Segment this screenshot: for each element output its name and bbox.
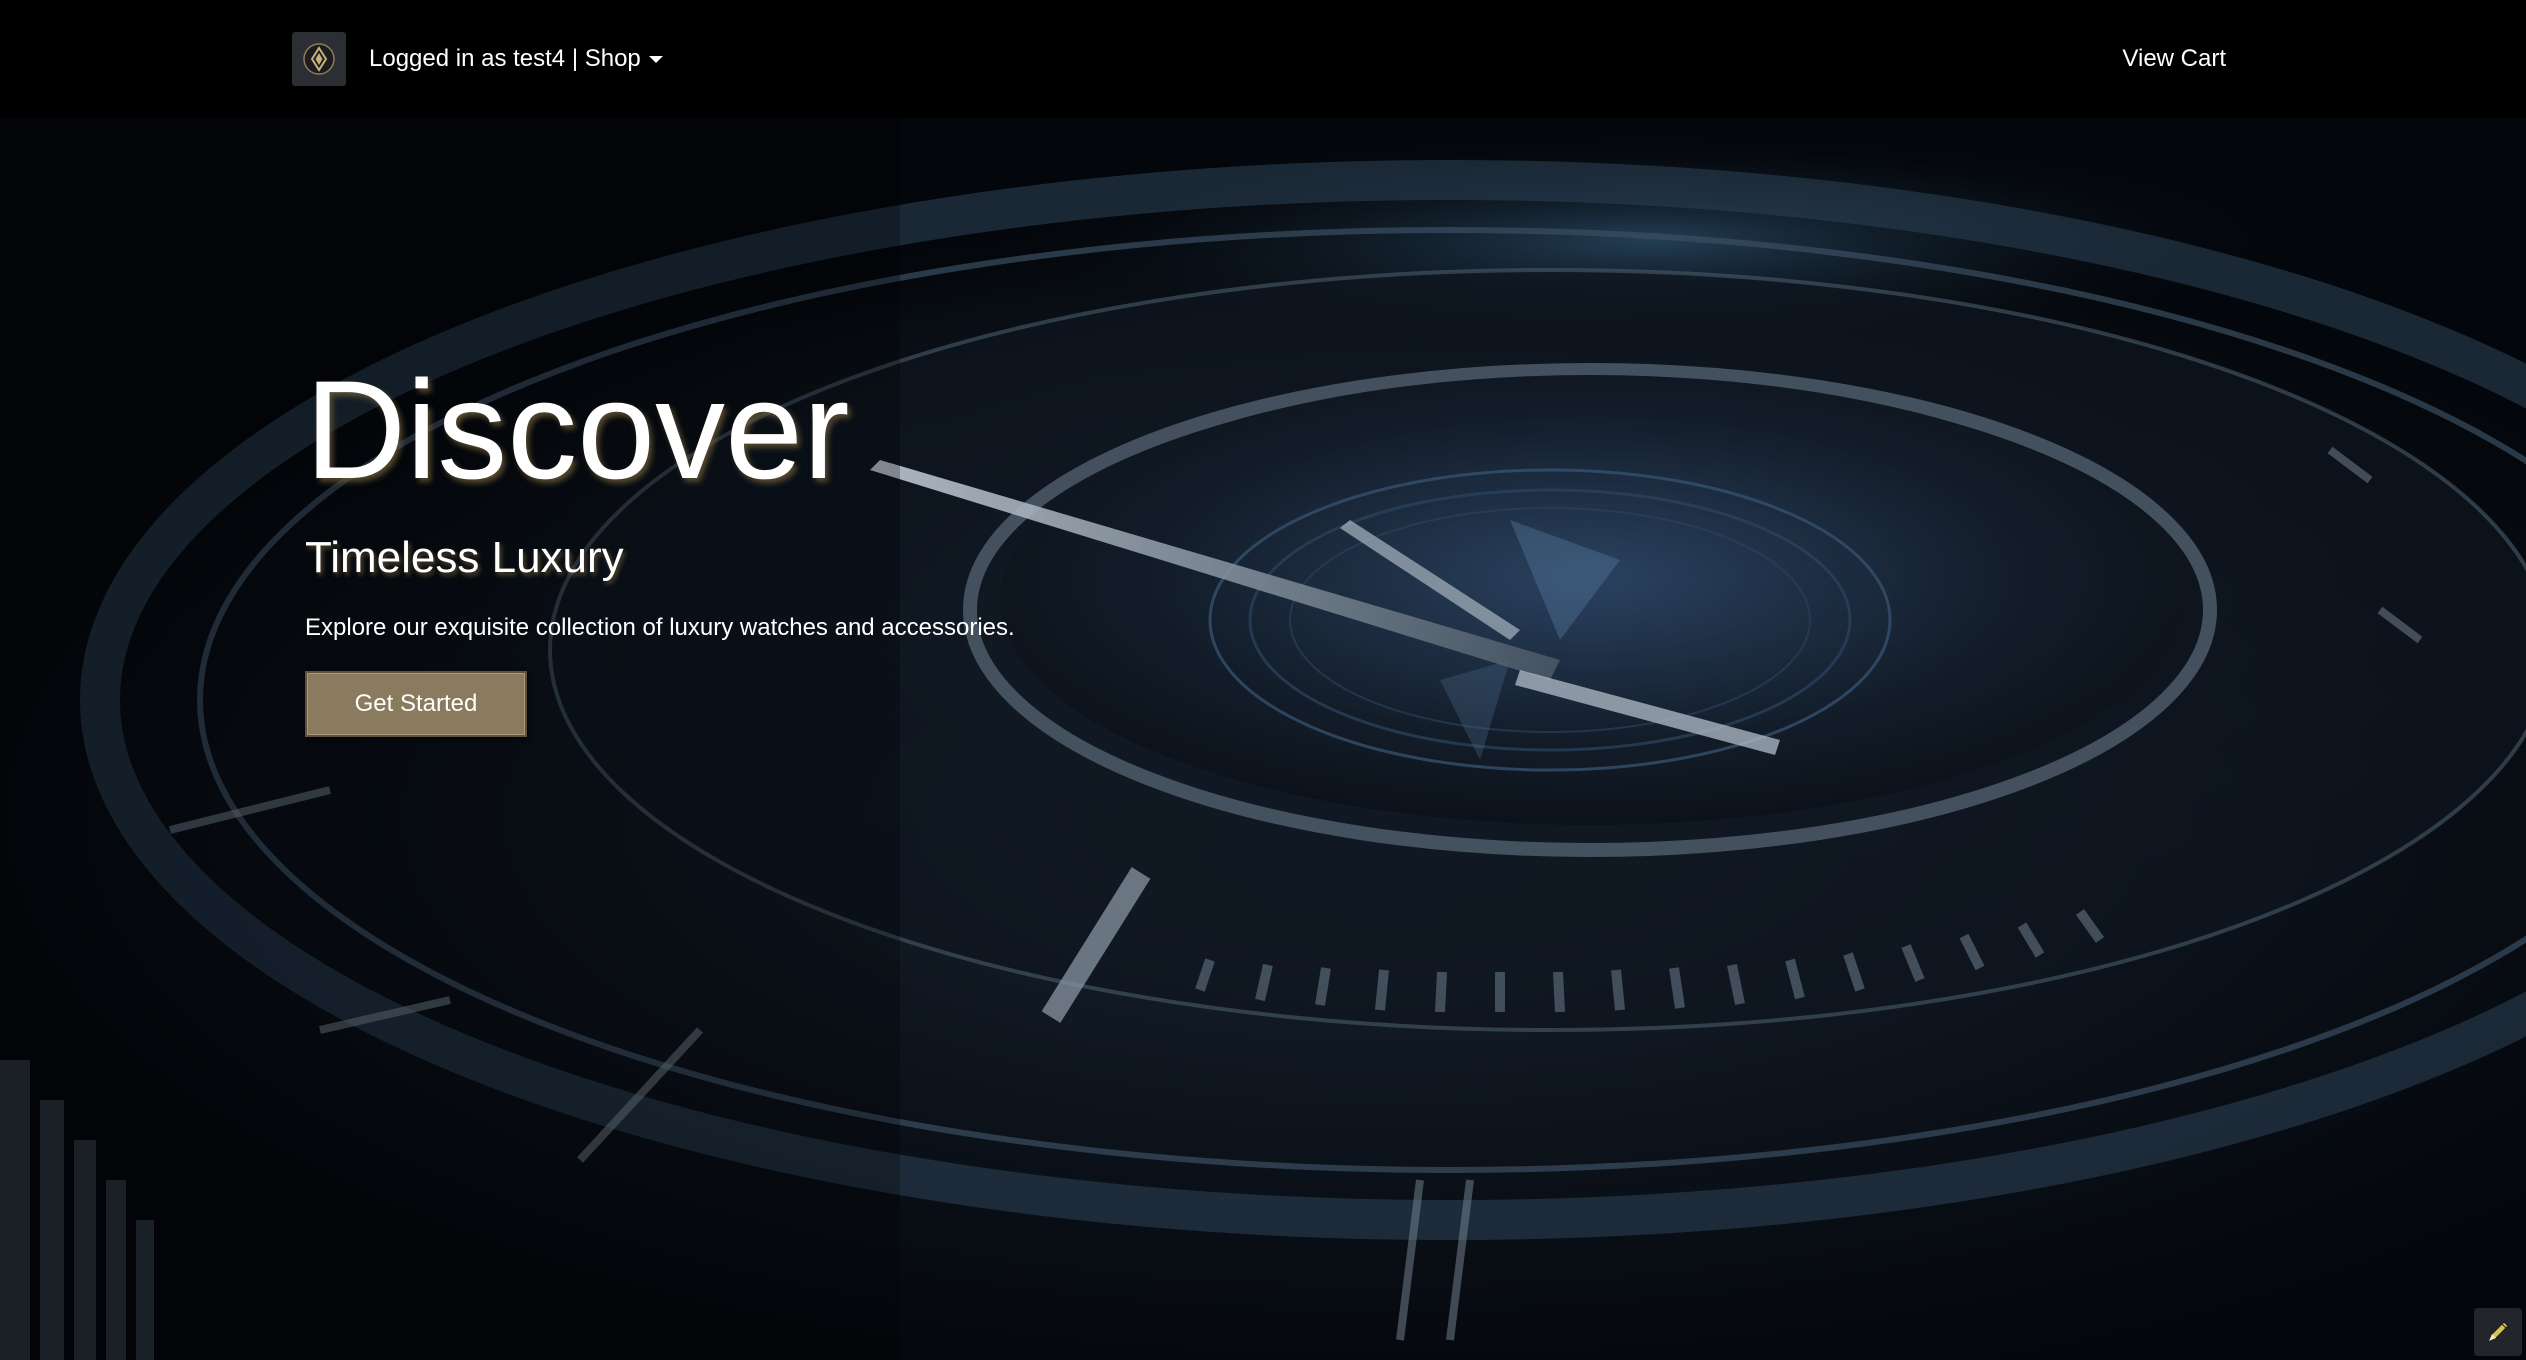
- hero-title: Discover: [305, 351, 850, 508]
- edit-tool-button[interactable]: [2474, 1308, 2522, 1356]
- user-shop-dropdown-label: Logged in as test4 | Shop: [369, 45, 641, 72]
- pen-icon: [2488, 1321, 2509, 1342]
- top-navbar: Logged in as test4 | Shop View Cart: [0, 0, 2526, 118]
- get-started-button[interactable]: Get Started: [305, 671, 527, 737]
- caret-down-icon: [648, 55, 663, 63]
- brand-logo-icon: [303, 43, 335, 75]
- brand-logo[interactable]: [292, 32, 346, 86]
- view-cart-link[interactable]: View Cart: [2122, 42, 2226, 76]
- page: Logged in as test4 | Shop View Cart Disc…: [0, 0, 2526, 1360]
- hero-content: Discover Timeless Luxury Explore our exq…: [305, 355, 1015, 737]
- user-shop-dropdown[interactable]: Logged in as test4 | Shop: [369, 42, 663, 76]
- hero-subtitle: Timeless Luxury: [305, 533, 624, 582]
- hero-description: Explore our exquisite collection of luxu…: [305, 614, 1015, 641]
